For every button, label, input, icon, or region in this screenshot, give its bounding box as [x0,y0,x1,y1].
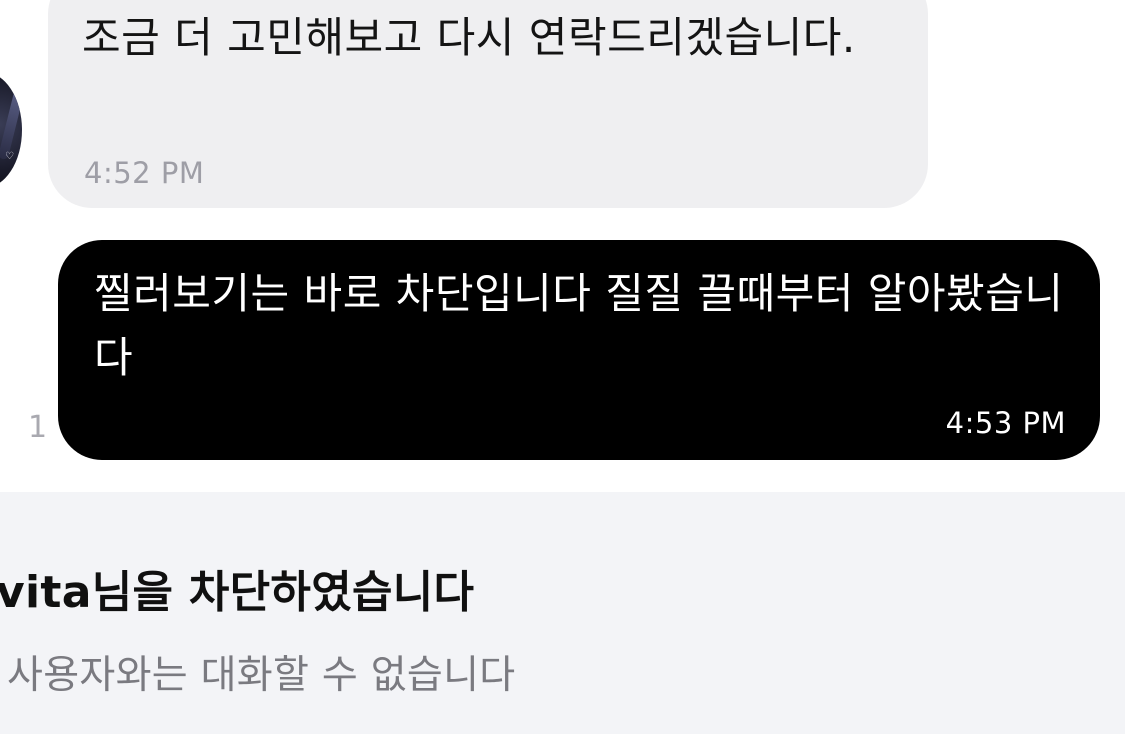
avatar-artwork [0,89,22,161]
contact-avatar[interactable]: ♡ [0,72,22,188]
outgoing-message-text: 찔러보기는 바로 차단입니다 질질 끌때부터 알아봤습니다 [94,269,1064,382]
chat-screen: ♡ 조금 더 고민해보고 다시 연락드리겠습니다. 4:52 PM 1 찔러보기… [0,0,1125,734]
blocked-notice-panel: vita님을 차단하였습니다 r 사용자와는 대화할 수 없습니다 [0,492,1125,734]
unread-count: 1 [28,410,48,445]
incoming-message-text: 조금 더 고민해보고 다시 연락드리겠습니다. [82,13,856,62]
blocked-notice-title: vita님을 차단하였습니다 [0,567,475,618]
blocked-notice-subtitle: r 사용자와는 대화할 수 없습니다 [0,653,516,698]
incoming-message-timestamp: 4:52 PM [84,156,205,190]
outgoing-message-timestamp: 4:53 PM [945,406,1066,440]
heart-icon: ♡ [5,151,14,162]
outgoing-message-bubble[interactable]: 찔러보기는 바로 차단입니다 질질 끌때부터 알아봤습니다 4:53 PM [58,240,1100,460]
incoming-message-bubble[interactable]: 조금 더 고민해보고 다시 연락드리겠습니다. 4:52 PM [48,0,928,208]
